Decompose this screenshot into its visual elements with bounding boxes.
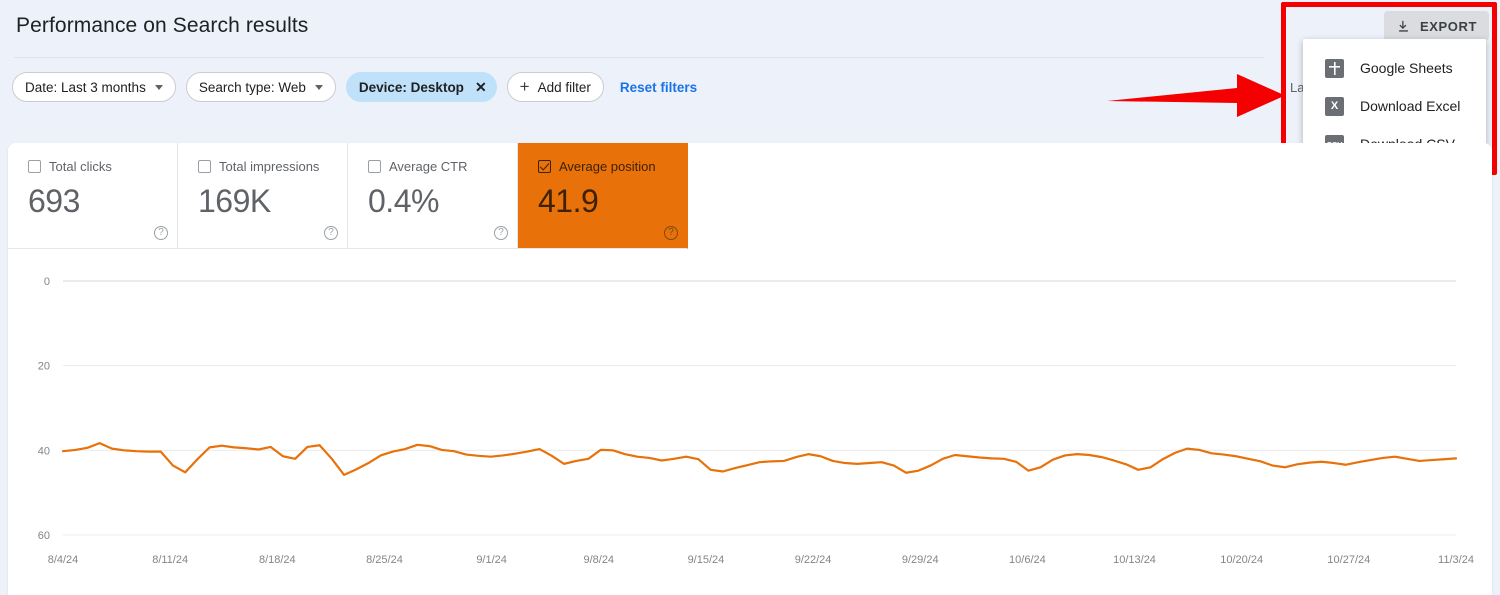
menu-item-download-excel[interactable]: X Download Excel — [1303, 87, 1486, 125]
annotation-arrow-icon — [1105, 70, 1290, 122]
excel-icon: X — [1325, 97, 1344, 116]
metric-value: 169K — [198, 183, 347, 220]
metric-head: Total clicks — [28, 159, 177, 174]
help-icon[interactable]: ? — [494, 226, 508, 240]
checkbox-checked-icon[interactable] — [538, 160, 551, 173]
performance-page: Performance on Search results Date: Last… — [0, 0, 1500, 595]
filter-chip-device[interactable]: Device: Desktop ✕ — [346, 72, 497, 102]
x-axis-tick: 10/6/24 — [1009, 554, 1046, 566]
filter-chip-date-label: Date: Last 3 months — [25, 80, 146, 95]
chart-line-average-position — [63, 443, 1456, 475]
metric-value: 41.9 — [538, 183, 687, 220]
export-button-label: EXPORT — [1420, 19, 1477, 34]
metric-label: Average CTR — [389, 159, 468, 174]
download-icon — [1396, 19, 1411, 34]
x-axis-tick: 9/22/24 — [795, 554, 832, 566]
filter-chip-search-type-label: Search type: Web — [199, 80, 306, 95]
filter-chip-search-type[interactable]: Search type: Web — [186, 72, 336, 102]
x-axis-tick: 9/29/24 — [902, 554, 939, 566]
metric-tile-total-clicks[interactable]: Total clicks 693 ? — [8, 143, 178, 249]
x-axis-tick: 8/11/24 — [152, 554, 188, 566]
metric-label: Total impressions — [219, 159, 319, 174]
x-axis-tick: 10/20/24 — [1220, 554, 1263, 566]
metric-value: 693 — [28, 183, 177, 220]
x-axis-tick: 9/1/24 — [476, 554, 507, 566]
y-axis-tick: 20 — [38, 361, 50, 373]
plus-icon: + — [520, 77, 530, 97]
chevron-down-icon — [155, 85, 163, 90]
menu-item-download-excel-label: Download Excel — [1360, 98, 1460, 114]
y-axis-tick: 60 — [38, 530, 50, 542]
checkbox-icon[interactable] — [198, 160, 211, 173]
x-axis-tick: 10/13/24 — [1113, 554, 1156, 566]
add-filter-button[interactable]: + Add filter — [507, 72, 604, 102]
filter-chip-date[interactable]: Date: Last 3 months — [12, 72, 176, 102]
help-icon[interactable]: ? — [154, 226, 168, 240]
metric-head: Average position — [538, 159, 687, 174]
metric-head: Total impressions — [198, 159, 347, 174]
help-icon[interactable]: ? — [324, 226, 338, 240]
header-divider — [14, 57, 1264, 58]
checkbox-icon[interactable] — [28, 160, 41, 173]
x-axis-tick: 8/25/24 — [366, 554, 403, 566]
x-axis-tick: 8/18/24 — [259, 554, 296, 566]
google-sheets-icon — [1325, 59, 1344, 78]
menu-item-google-sheets[interactable]: Google Sheets — [1303, 49, 1486, 87]
x-axis-tick: 9/8/24 — [583, 554, 614, 566]
metric-label: Total clicks — [49, 159, 112, 174]
filter-chip-device-label: Device: Desktop — [359, 80, 464, 95]
metric-tiles: Total clicks 693 ? Total impressions 169… — [8, 143, 688, 249]
x-axis-tick: 10/27/24 — [1327, 554, 1370, 566]
add-filter-label: Add filter — [538, 80, 591, 95]
checkbox-icon[interactable] — [368, 160, 381, 173]
close-icon[interactable]: ✕ — [475, 79, 487, 96]
metric-tile-total-impressions[interactable]: Total impressions 169K ? — [178, 143, 348, 249]
filter-bar: Date: Last 3 months Search type: Web Dev… — [12, 72, 697, 102]
y-axis-tick: 40 — [38, 445, 50, 457]
metric-head: Average CTR — [368, 159, 517, 174]
export-button[interactable]: EXPORT — [1384, 11, 1489, 41]
metric-tile-average-position[interactable]: Average position 41.9 ? — [518, 143, 688, 249]
help-icon[interactable]: ? — [664, 226, 678, 240]
metric-tile-average-ctr[interactable]: Average CTR 0.4% ? — [348, 143, 518, 249]
menu-item-google-sheets-label: Google Sheets — [1360, 60, 1453, 76]
metric-value: 0.4% — [368, 183, 517, 220]
x-axis-tick: 9/15/24 — [688, 554, 725, 566]
x-axis-tick: 11/3/24 — [1438, 554, 1474, 566]
y-axis-tick: 0 — [44, 276, 50, 288]
x-axis-tick: 8/4/24 — [48, 554, 79, 566]
reset-filters-link[interactable]: Reset filters — [620, 80, 697, 95]
chevron-down-icon — [315, 85, 323, 90]
performance-chart: 0 20 40 60 8/4/24 8/11/24 8/18/24 8/25/24 9/1/24… — [8, 249, 1492, 595]
performance-card: Total clicks 693 ? Total impressions 169… — [8, 143, 1492, 595]
performance-chart-svg: 0 20 40 60 8/4/24 8/11/24 8/18/24 8/25/24 9/1/24… — [8, 249, 1492, 595]
page-title: Performance on Search results — [16, 14, 308, 38]
metric-label: Average position — [559, 159, 656, 174]
